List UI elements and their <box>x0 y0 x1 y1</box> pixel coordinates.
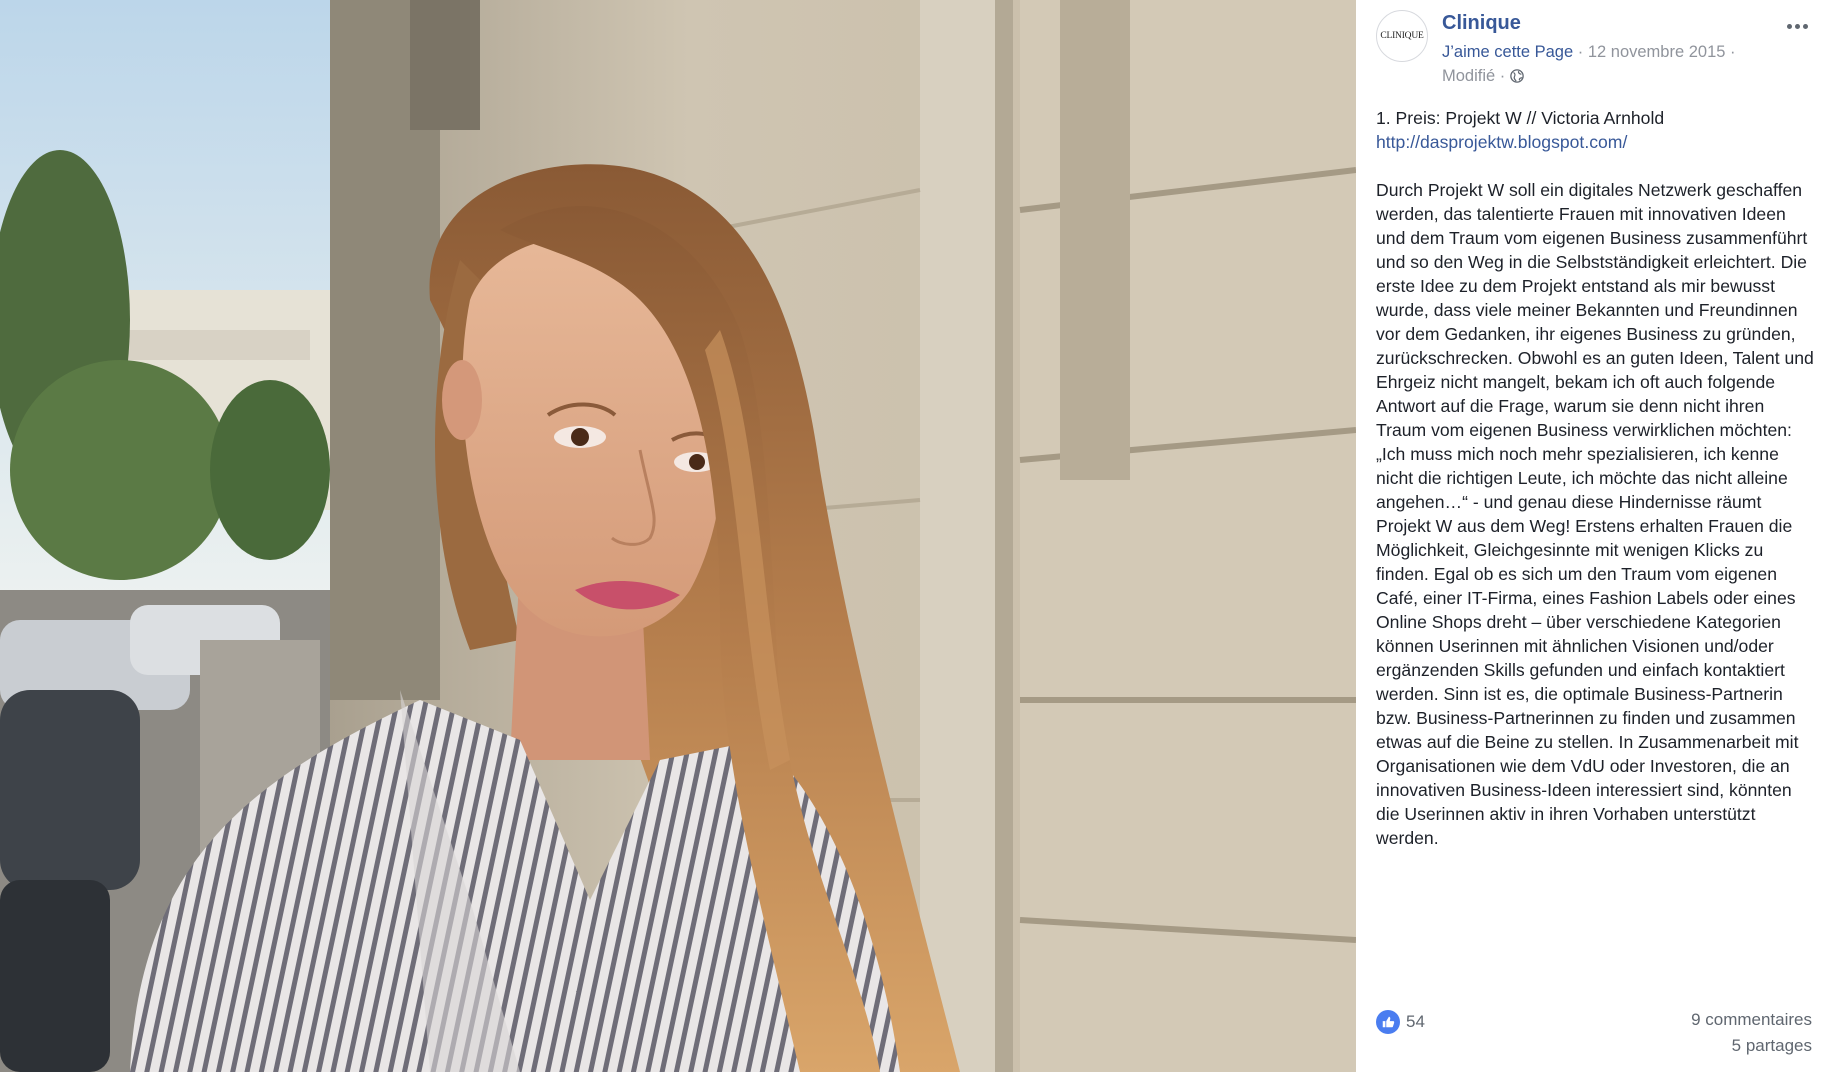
post-body-paragraph: Durch Projekt W soll ein digitales Netzw… <box>1376 180 1814 848</box>
post-meta: J’aime cette Page · 12 novembre 2015 · M… <box>1442 40 1772 88</box>
post-text: 1. Preis: Projekt W // Victoria Arnhold … <box>1376 106 1814 850</box>
globe-icon[interactable] <box>1510 69 1524 83</box>
shares-count-link[interactable]: 5 partages <box>1732 1036 1812 1056</box>
page-avatar[interactable]: CLINIQUE <box>1376 10 1428 62</box>
comments-count-link[interactable]: 9 commentaires <box>1691 1010 1812 1030</box>
edited-label[interactable]: Modifié <box>1442 67 1495 85</box>
post-footer: 54 9 commentaires 5 partages <box>1376 1004 1812 1064</box>
post-date[interactable]: 12 novembre 2015 <box>1588 43 1726 61</box>
like-page-link[interactable]: J’aime cette Page <box>1442 43 1573 61</box>
page-name-link[interactable]: Clinique <box>1442 12 1521 35</box>
reactions-summary[interactable]: 54 <box>1376 1010 1425 1034</box>
avatar-logo-text: CLINIQUE <box>1380 31 1424 41</box>
meta-separator: · <box>1495 67 1510 85</box>
post-photo[interactable] <box>0 0 1356 1072</box>
like-thumb-icon <box>1376 1010 1400 1034</box>
post-header: CLINIQUE Clinique J’aime cette Page · 12… <box>1376 10 1812 90</box>
reaction-count: 54 <box>1406 1012 1425 1031</box>
more-options-button[interactable] <box>1782 14 1812 38</box>
meta-separator: · <box>1573 43 1588 61</box>
meta-separator: · <box>1725 43 1736 61</box>
post-heading: 1. Preis: Projekt W // Victoria Arnhold <box>1376 108 1665 128</box>
more-options-icon <box>1786 23 1808 29</box>
portrait-photo-image <box>0 0 1356 1072</box>
post-side-panel: CLINIQUE Clinique J’aime cette Page · 12… <box>1356 0 1826 1072</box>
post-external-link[interactable]: http://dasprojektw.blogspot.com/ <box>1376 132 1627 152</box>
photo-viewer: CLINIQUE Clinique J’aime cette Page · 12… <box>0 0 1826 1072</box>
